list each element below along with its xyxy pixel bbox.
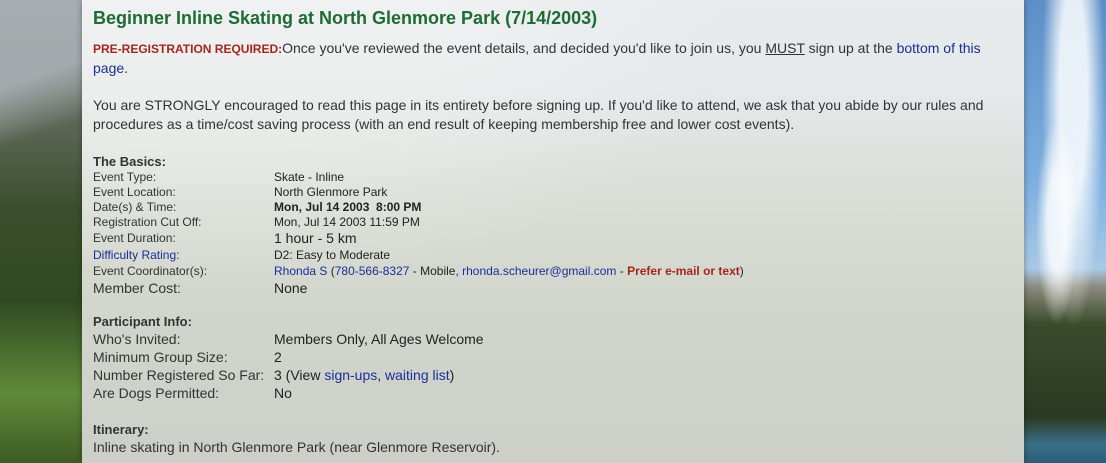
invited-row: Who's Invited: Members Only, All Ages We… [93,330,994,348]
registered-row: Number Registered So Far: 3 (View sign-u… [93,366,994,384]
registration-cutoff-value: Mon, Jul 14 2003 11:59 PM [274,215,420,229]
coordinator-close-paren: ) [739,264,744,278]
registered-value: 3 (View sign-ups, waiting list) [274,366,454,384]
event-duration-value: 1 hour - 5 km [274,230,357,246]
preregistration-notice: PRE-REGISTRATION REQUIRED:Once you've re… [93,39,994,78]
registered-comma: , [377,367,386,383]
coordinator-email-link[interactable]: rhonda.scheurer@gmail.com [462,264,616,278]
preregistration-text-middle: sign up at the [804,40,897,56]
difficulty-value: D2: Easy to Moderate [274,248,391,262]
event-location-label: Event Location: [93,185,176,199]
member-cost-value: None [274,280,308,296]
content-panel: Beginner Inline Skating at North Glenmor… [82,0,1024,463]
signups-link[interactable]: sign-ups [324,367,377,383]
coordinator-value: Rhonda S (780-566-8327 - Mobile, rhonda.… [274,263,744,279]
registered-label: Number Registered So Far: [93,367,265,383]
min-group-value: 2 [274,349,282,365]
event-duration-label: Event Duration: [93,231,176,245]
registered-close-paren: ) [449,367,455,383]
event-type-label: Event Type: [93,170,157,184]
coordinator-row: Event Coordinator(s): Rhonda S (780-566-… [93,263,994,279]
basics-heading: The Basics: [93,154,166,169]
event-type-row: Event Type: Skate - Inline [93,170,994,185]
background-scenery-right [1024,0,1106,463]
event-datetime-value: Mon, Jul 14 2003 8:00 PM [274,200,422,214]
itinerary-text: Inline skating in North Glenmore Park (n… [93,439,500,455]
event-location-row: Event Location: North Glenmore Park [93,185,994,200]
registered-count: 3 (View [274,367,325,383]
encouragement-paragraph: You are STRONGLY encouraged to read this… [93,97,984,132]
coordinator-label: Event Coordinator(s): [93,264,208,278]
coordinator-name-link[interactable]: Rhonda S [274,264,327,278]
difficulty-row: Difficulty Rating: D2: Easy to Moderate [93,247,994,263]
event-datetime-row: Date(s) & Time: Mon, Jul 14 2003 8:00 PM [93,200,994,215]
coordinator-preference: Prefer e-mail or text [627,264,740,278]
coordinator-dash: - [616,264,628,278]
event-location-value: North Glenmore Park [274,185,388,199]
participant-heading: Participant Info: [93,314,192,329]
itinerary-heading: Itinerary: [93,422,149,437]
dogs-label: Are Dogs Permitted: [93,385,220,401]
invited-value: Members Only, All Ages Welcome [274,331,484,347]
dogs-value: No [274,385,292,401]
must-emphasis: MUST [765,40,805,56]
event-datetime-label: Date(s) & Time: [93,200,177,214]
waiting-list-link[interactable]: waiting list [385,367,450,383]
coordinator-mobile-text: - Mobile, [409,264,463,278]
event-type-value: Skate - Inline [274,170,345,184]
member-cost-label: Member Cost: [93,280,181,296]
member-cost-row: Member Cost: None [93,279,994,297]
difficulty-rating-link[interactable]: Difficulty Rating: [93,247,274,263]
registration-cutoff-label: Registration Cut Off: [93,215,202,229]
min-group-row: Minimum Group Size: 2 [93,348,994,366]
preregistration-text-after: . [124,60,129,76]
registration-cutoff-row: Registration Cut Off: Mon, Jul 14 2003 1… [93,215,994,230]
preregistration-label: PRE-REGISTRATION REQUIRED: [93,42,283,56]
dogs-row: Are Dogs Permitted: No [93,384,994,402]
coordinator-open-paren: ( [327,264,335,278]
event-duration-row: Event Duration: 1 hour - 5 km [93,230,994,247]
preregistration-text-before: Once you've reviewed the event details, … [282,40,766,56]
min-group-label: Minimum Group Size: [93,349,228,365]
invited-label: Who's Invited: [93,331,181,347]
background-scenery-left [0,0,82,463]
page-title: Beginner Inline Skating at North Glenmor… [93,8,598,28]
coordinator-phone-link[interactable]: 780-566-8327 [335,264,410,278]
